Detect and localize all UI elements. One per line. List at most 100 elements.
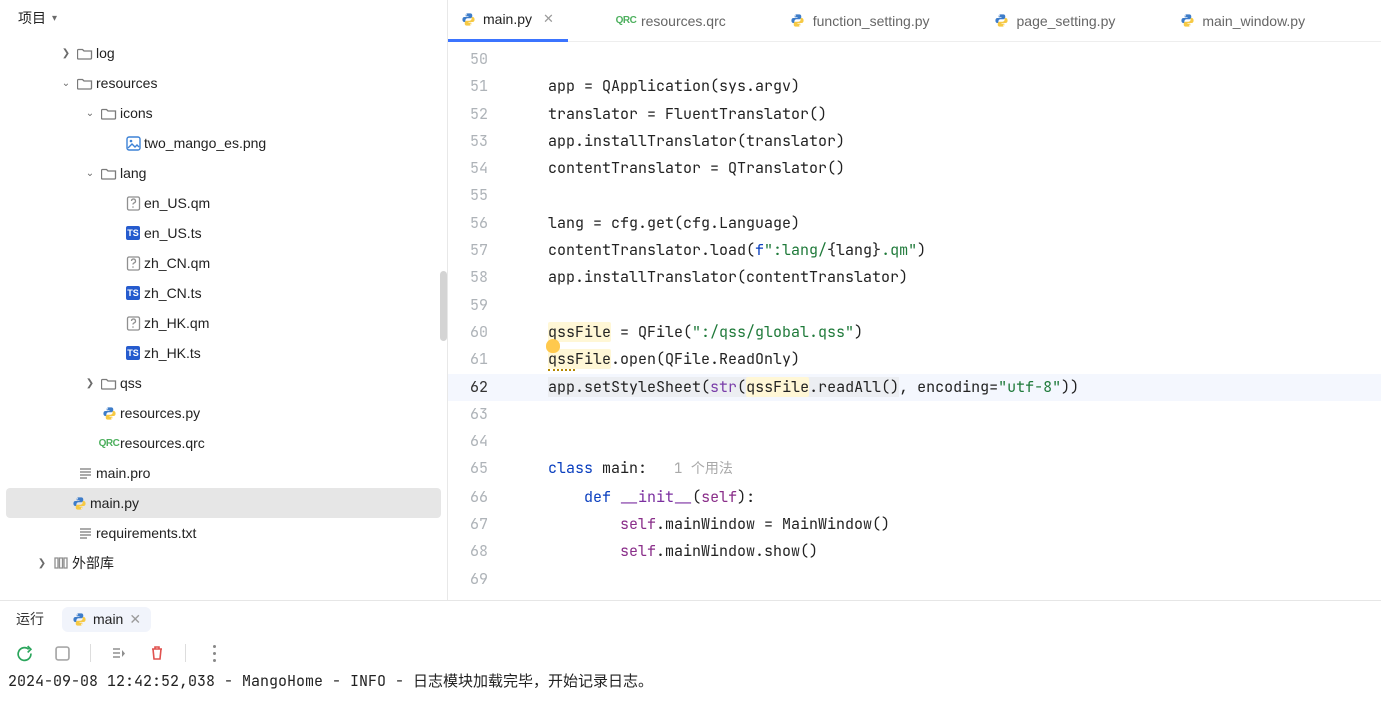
folder-icon [98,107,120,120]
folder-icon [74,47,96,60]
tree-item-label: 外部库 [72,553,114,573]
tab-label: page_setting.py [1017,13,1116,29]
code-content: app.installTranslator(translator) [506,128,845,155]
step-button[interactable] [109,643,129,663]
run-output[interactable]: 2024-09-08 12:42:52,038 - MangoHome - IN… [0,669,1381,692]
image-icon [122,136,144,151]
code-content: app.installTranslator(contentTranslator) [506,264,908,291]
tree-item-resources[interactable]: ⌄resources [0,68,447,98]
run-config[interactable]: main ✕ [62,607,151,632]
tree-item-label: zh_CN.ts [144,285,202,301]
line-number: 60 [448,319,506,346]
code-line[interactable]: 57 contentTranslator.load(f":lang/{lang}… [448,237,1381,264]
line-number: 57 [448,237,506,264]
tree-item-qss[interactable]: ❯ qss [0,368,447,398]
tree-item-main-pro[interactable]: main.pro [0,458,447,488]
run-tab-bar: 运行 main ✕ [0,601,1381,637]
line-number: 53 [448,128,506,155]
python-icon [790,13,806,29]
code-editor[interactable]: 5051 app = QApplication(sys.argv)52 tran… [448,42,1381,600]
rerun-button[interactable] [14,643,34,663]
tab-label: resources.qrc [641,13,726,29]
tree-item-requirements-txt[interactable]: requirements.txt [0,518,447,548]
project-header[interactable]: 项目 ▾ [0,0,447,36]
close-icon[interactable]: ✕ [129,611,141,628]
tree-item-en_US-ts[interactable]: TSen_US.ts [0,218,447,248]
code-line[interactable]: 64 [448,428,1381,455]
tree-item-zh_HK-ts[interactable]: TSzh_HK.ts [0,338,447,368]
code-line[interactable]: 50 [448,46,1381,73]
file-tree[interactable]: ❯log⌄resources⌄iconstwo_mango_es.png⌄lan… [0,36,447,600]
code-line[interactable]: 68 self.mainWindow.show() [448,538,1381,565]
line-number: 69 [448,566,506,593]
tree-item-main-py[interactable]: main.py [6,488,441,518]
tree-item-two_mango_es-png[interactable]: two_mango_es.png [0,128,447,158]
qm-icon [122,196,144,211]
close-icon[interactable]: ✕ [543,11,554,27]
run-panel: 运行 main ✕ 2024-09-08 12:42:52,038 - Mang… [0,600,1381,712]
line-number: 54 [448,155,506,182]
sidebar-scrollbar[interactable] [440,271,447,341]
ts-icon: TS [122,346,144,360]
tree-item-label: zh_HK.qm [144,315,209,331]
code-content [506,292,512,319]
tree-item-resources-qrc[interactable]: QRCresources.qrc [0,428,447,458]
code-line[interactable]: 66 def __init__(self): [448,484,1381,511]
code-line[interactable]: 65 class main: 1 个用法 [448,455,1381,483]
tree-item-log[interactable]: ❯log [0,38,447,68]
code-line[interactable]: 51 app = QApplication(sys.argv) [448,73,1381,100]
tree-item--[interactable]: ❯ 外部库 [0,548,447,578]
stop-button[interactable] [52,643,72,663]
line-number: 58 [448,264,506,291]
code-line[interactable]: 55 [448,182,1381,209]
code-line[interactable]: 60 qssFile = QFile(":/qss/global.qss") [448,319,1381,346]
code-content: self.mainWindow = MainWindow() [506,511,890,538]
code-content [506,46,512,73]
more-button[interactable] [204,643,224,663]
code-line[interactable]: 54 contentTranslator = QTranslator() [448,155,1381,182]
tree-item-icons[interactable]: ⌄icons [0,98,447,128]
line-number: 68 [448,538,506,565]
code-line[interactable]: 53 app.installTranslator(translator) [448,128,1381,155]
code-line[interactable]: 69 [448,566,1381,593]
code-line[interactable]: 56 lang = cfg.get(cfg.Language) [448,210,1381,237]
code-line[interactable]: 58 app.installTranslator(contentTranslat… [448,264,1381,291]
chevron-down-icon[interactable]: ⌄ [82,168,98,179]
ts-icon: TS [122,226,144,240]
chevron-down-icon[interactable]: ⌄ [58,78,74,89]
line-number: 67 [448,511,506,538]
code-line[interactable]: 62 app.setStyleSheet(str(qssFile.readAll… [448,374,1381,401]
line-number: 61 [448,346,506,373]
chevron-right-icon[interactable]: ❯ [34,558,50,569]
tree-item-en_US-qm[interactable]: en_US.qm [0,188,447,218]
tree-item-label: zh_CN.qm [144,255,210,271]
code-line[interactable]: 63 [448,401,1381,428]
tree-item-label: qss [120,375,142,391]
tab-resources-qrc[interactable]: QRCresources.qrc [606,0,740,42]
chevron-right-icon[interactable]: ❯ [82,378,98,389]
tab-label: main_window.py [1202,13,1305,29]
tab-page_setting-py[interactable]: page_setting.py [982,0,1130,42]
tab-main-py[interactable]: main.py✕ [448,0,568,42]
code-line[interactable]: 59 [448,292,1381,319]
folder-icon [98,377,120,390]
code-line[interactable]: 67 self.mainWindow = MainWindow() [448,511,1381,538]
tree-item-resources-py[interactable]: resources.py [0,398,447,428]
chevron-right-icon[interactable]: ❯ [58,48,74,59]
code-content: def __init__(self): [506,484,755,511]
tab-function_setting-py[interactable]: function_setting.py [778,0,944,42]
code-content: contentTranslator = QTranslator() [506,155,845,182]
code-line[interactable]: 52 translator = FluentTranslator() [448,101,1381,128]
code-line[interactable]: 61 qssFile.open(QFile.ReadOnly) [448,346,1381,373]
run-config-name: main [93,611,123,627]
line-number: 52 [448,101,506,128]
tree-item-lang[interactable]: ⌄lang [0,158,447,188]
line-number: 56 [448,210,506,237]
tree-item-zh_HK-qm[interactable]: zh_HK.qm [0,308,447,338]
tree-item-zh_CN-qm[interactable]: zh_CN.qm [0,248,447,278]
tab-main_window-py[interactable]: main_window.py [1167,0,1319,42]
delete-button[interactable] [147,643,167,663]
run-tab-label[interactable]: 运行 [16,609,44,629]
chevron-down-icon[interactable]: ⌄ [82,108,98,119]
tree-item-zh_CN-ts[interactable]: TSzh_CN.ts [0,278,447,308]
